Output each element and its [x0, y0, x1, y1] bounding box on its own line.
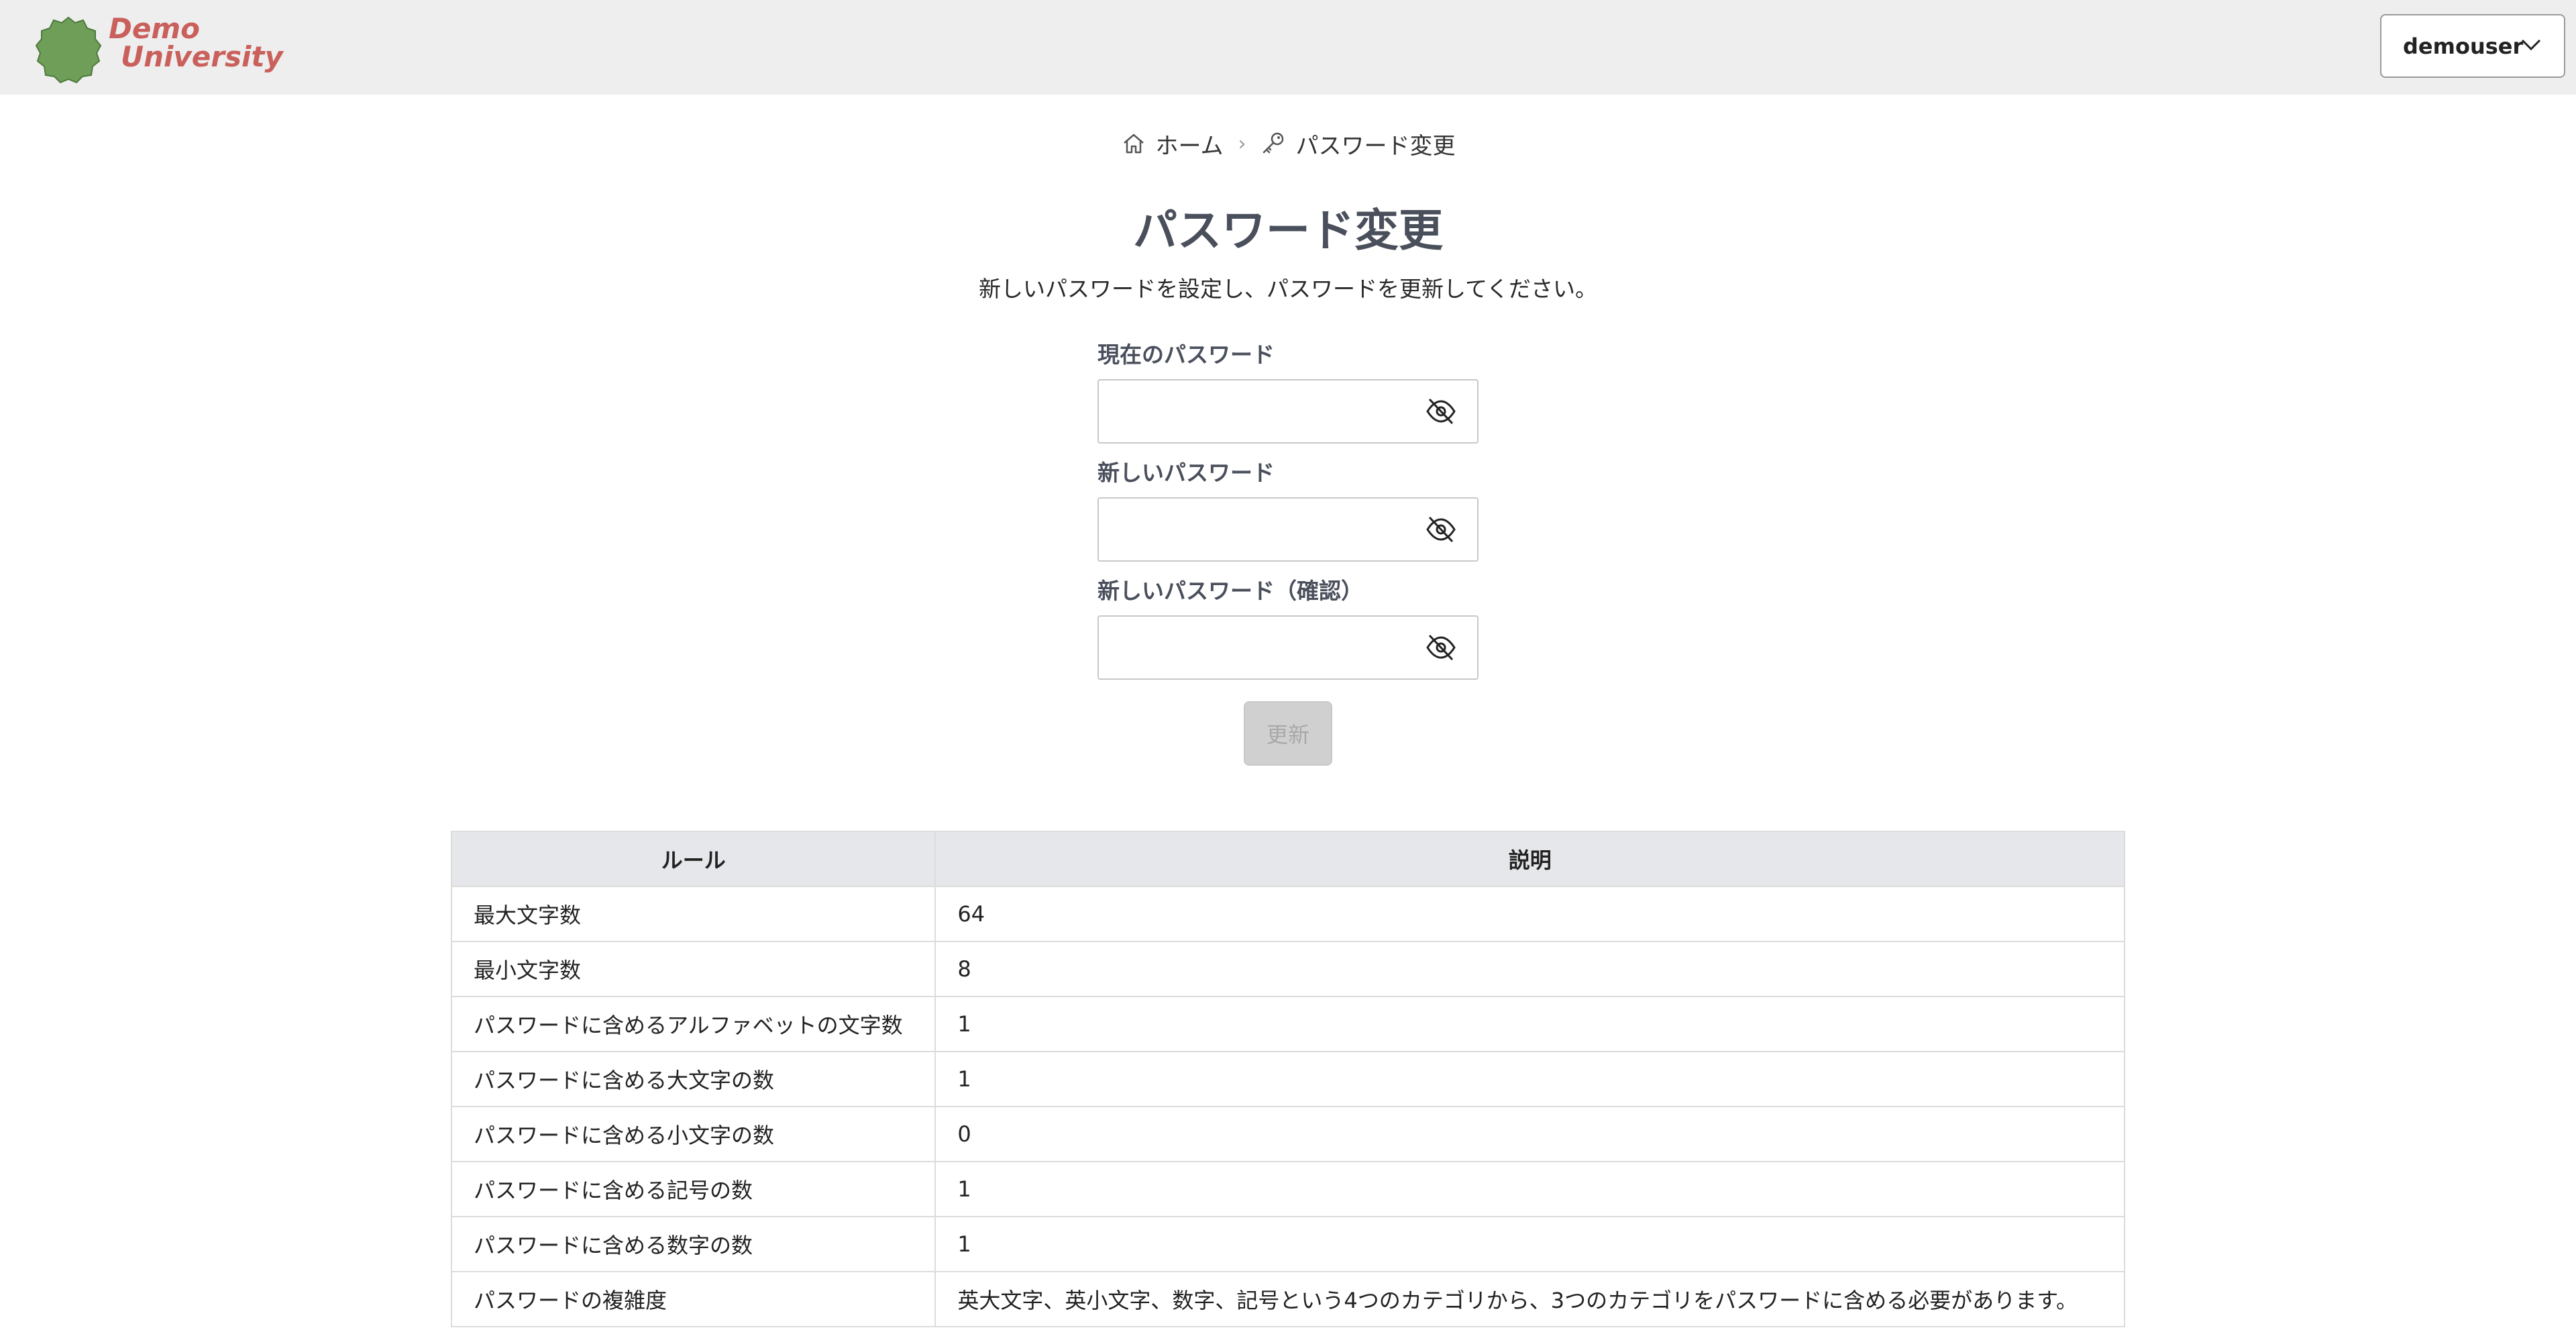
rule-cell: パスワードに含める記号の数 — [450, 1161, 936, 1217]
current-password-input[interactable] — [1099, 380, 1414, 442]
logo-line-1: Demo — [109, 12, 200, 45]
table-row: パスワードに含める大文字の数 1 — [450, 1051, 2125, 1107]
rule-cell: パスワードに含める数字の数 — [450, 1216, 936, 1272]
page: Demo University demouser ホーム › パスワード変更 パ… — [0, 0, 2576, 1330]
table-row: パスワードに含める数字の数 1 — [450, 1216, 2125, 1272]
update-button[interactable]: 更新 — [1244, 701, 1332, 766]
top-header: Demo University demouser — [0, 0, 2576, 95]
description-cell: 1 — [934, 1216, 2125, 1272]
description-cell: 1 — [934, 1161, 2125, 1217]
eye-off-icon[interactable] — [1425, 515, 1457, 544]
table-row: パスワードに含める記号の数 1 — [450, 1161, 2125, 1217]
rule-cell: 最小文字数 — [450, 941, 936, 997]
breadcrumb-current-label: パスワード変更 — [1295, 132, 1456, 160]
logo-text: Demo University — [109, 15, 283, 71]
description-cell: 英大文字、英小文字、数字、記号という4つのカテゴリから、3つのカテゴリをパスワー… — [934, 1271, 2125, 1327]
chevron-down-icon — [2521, 39, 2541, 51]
new-password-input[interactable] — [1099, 499, 1414, 560]
confirm-password-label: 新しいパスワード（確認） — [1097, 578, 1363, 604]
breadcrumb-separator: › — [1238, 132, 1246, 156]
breadcrumb: ホーム › パスワード変更 — [0, 126, 2576, 161]
breadcrumb-home[interactable]: ホーム — [1121, 127, 1224, 160]
table-header-row: ルール 説明 — [450, 831, 2125, 887]
page-subtitle: 新しいパスワードを設定し、パスワードを更新してください。 — [978, 276, 1598, 302]
column-header-rule: ルール — [450, 831, 936, 887]
eye-off-icon[interactable] — [1425, 633, 1457, 662]
logo-badge-icon — [35, 16, 102, 83]
confirm-password-input[interactable] — [1099, 617, 1414, 678]
home-icon — [1123, 134, 1144, 154]
current-password-field — [1097, 379, 1479, 444]
description-cell: 1 — [934, 1051, 2125, 1107]
table-row: 最小文字数 8 — [450, 941, 2125, 997]
table-row: パスワードの複雑度 英大文字、英小文字、数字、記号という4つのカテゴリから、3つ… — [450, 1271, 2125, 1327]
table-row: 最大文字数 64 — [450, 886, 2125, 942]
user-menu-label: demouser — [2403, 33, 2524, 59]
rule-cell: パスワードに含める小文字の数 — [450, 1106, 936, 1162]
new-password-field — [1097, 497, 1479, 562]
table-row: パスワードに含める小文字の数 0 — [450, 1106, 2125, 1162]
rule-cell: パスワードに含める大文字の数 — [450, 1051, 936, 1107]
breadcrumb-home-label: ホーム — [1155, 132, 1224, 160]
breadcrumb-current: パスワード変更 — [1260, 127, 1455, 160]
description-cell: 1 — [934, 996, 2125, 1052]
eye-off-icon[interactable] — [1425, 397, 1457, 426]
key-icon — [1263, 132, 1284, 154]
user-menu-dropdown[interactable]: demouser — [2380, 14, 2565, 78]
description-cell: 64 — [934, 886, 2125, 942]
description-cell: 8 — [934, 941, 2125, 997]
logo[interactable]: Demo University — [35, 15, 283, 83]
rule-cell: パスワードに含めるアルファベットの文字数 — [450, 996, 936, 1052]
description-cell: 0 — [934, 1106, 2125, 1162]
logo-line-2: University — [121, 40, 283, 73]
column-header-description: 説明 — [934, 831, 2125, 887]
confirm-password-field — [1097, 615, 1479, 680]
rule-cell: 最大文字数 — [450, 886, 936, 942]
password-rules-table: ルール 説明 最大文字数 64 最小文字数 8 パスワードに含めるアルファベット… — [450, 831, 2125, 1327]
rule-cell: パスワードの複雑度 — [450, 1271, 936, 1327]
table-row: パスワードに含めるアルファベットの文字数 1 — [450, 996, 2125, 1052]
new-password-label: 新しいパスワード — [1097, 460, 1275, 486]
page-title: パスワード変更 — [1133, 205, 1443, 256]
current-password-label: 現在のパスワード — [1097, 342, 1275, 368]
